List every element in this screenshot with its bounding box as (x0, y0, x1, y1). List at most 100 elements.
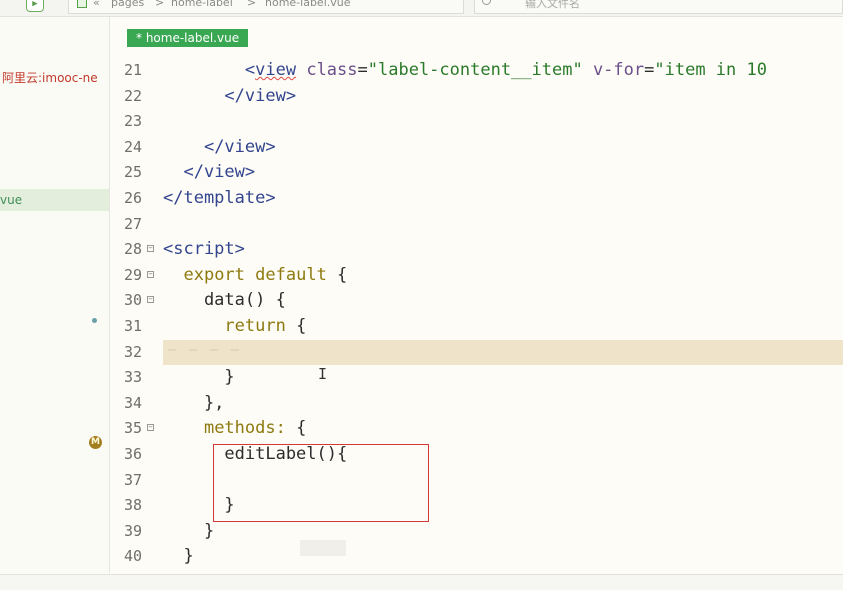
line-number: 30 (123, 291, 142, 310)
code-text[interactable]: </view> (163, 160, 255, 185)
code-token: export (183, 264, 245, 285)
code-text[interactable]: }, (163, 391, 224, 416)
code-token: <view (244, 60, 297, 80)
code-token: { (285, 418, 307, 439)
code-token: default (255, 264, 327, 285)
code-text[interactable]: </view> (163, 135, 276, 160)
project-sidebar: 阿里云:imooc-ne vue (0, 17, 110, 573)
code-text[interactable]: <view class="label-content__item" v-for=… (163, 58, 767, 83)
code-line[interactable]: 30− data() { (110, 288, 843, 314)
current-line-highlight (163, 339, 843, 365)
top-toolbar: ▶ « pages > home-label > home-label.vue … (0, 0, 843, 17)
code-line[interactable]: 28− <script> (110, 237, 843, 263)
code-text[interactable]: } (163, 544, 194, 569)
code-line[interactable]: 29− export default { (110, 263, 843, 289)
code-text[interactable]: </template> (163, 186, 276, 211)
code-token: data() { (163, 290, 286, 311)
whitespace-hint: — — — — (168, 341, 242, 358)
fold-toggle-icon[interactable]: − (147, 296, 154, 304)
line-number: 23 (123, 112, 142, 131)
fold-toggle-icon[interactable]: − (147, 270, 154, 278)
line-number: 29 (123, 265, 142, 284)
code-token: </view> (224, 85, 297, 106)
line-number: 31 (123, 317, 142, 335)
code-line[interactable]: 27 (110, 212, 843, 238)
code-line[interactable]: 26 </template> (110, 186, 843, 212)
sidebar-item-active-file[interactable]: vue (0, 189, 109, 211)
code-line[interactable]: I 33 } (110, 365, 843, 391)
code-text[interactable]: </view> (163, 84, 296, 109)
modified-marker-icon: M (89, 436, 102, 449)
code-token: </template> (163, 188, 276, 208)
watermark-blur (300, 540, 346, 556)
line-number: 28 (123, 240, 142, 259)
status-bar (0, 574, 843, 590)
line-number: 38 (123, 496, 142, 515)
code-line[interactable]: 31 return { (110, 314, 843, 340)
breadcrumb-item-pages[interactable]: pages (111, 0, 144, 9)
play-icon: ▶ (32, 0, 38, 9)
code-text[interactable]: return { (163, 314, 306, 339)
code-text[interactable]: data() { (163, 288, 286, 313)
change-dot-icon (92, 318, 97, 323)
code-token: class (296, 60, 358, 80)
line-number: 26 (123, 189, 142, 207)
code-token: methods: (203, 418, 286, 439)
line-number: 25 (123, 163, 142, 182)
code-line[interactable]: 34 }, (110, 391, 843, 417)
code-line[interactable]: 22 </view> (110, 84, 843, 110)
line-number: 21 (123, 61, 142, 79)
line-number: 27 (123, 214, 142, 233)
code-line[interactable]: 40 } (110, 544, 843, 570)
line-number: 39 (123, 521, 142, 540)
fold-toggle-icon[interactable]: − (147, 424, 154, 432)
breadcrumb-back[interactable]: « (93, 0, 100, 9)
code-line[interactable]: 21 <view class="label-content__item" v-f… (110, 58, 843, 84)
fold-toggle-icon[interactable]: − (147, 245, 154, 253)
code-token: }, (163, 392, 225, 413)
code-token: return (224, 316, 286, 336)
file-search-box[interactable]: 输入文件名 (474, 0, 843, 14)
code-text[interactable]: } (163, 519, 214, 544)
code-line[interactable]: 25 </view> (110, 160, 843, 186)
code-text[interactable]: methods: { (163, 416, 306, 441)
line-number: 33 (123, 368, 142, 387)
text-cursor-icon: I (318, 365, 328, 384)
line-number: 37 (123, 470, 142, 489)
line-number: 36 (123, 445, 142, 463)
line-number: 32 (123, 342, 142, 361)
code-token: v-for (582, 60, 645, 80)
line-number: 24 (123, 137, 142, 156)
code-token: </view> (203, 136, 276, 157)
line-number: 40 (123, 547, 142, 566)
breadcrumb-item-folder[interactable]: home-label (171, 0, 233, 9)
sidebar-project-label[interactable]: 阿里云:imooc-ne (2, 69, 98, 86)
breadcrumb-item-file[interactable]: home-label.vue (265, 0, 351, 9)
code-line[interactable]: 24 </view> (110, 135, 843, 161)
code-text[interactable]: } (163, 365, 234, 390)
code-line[interactable]: — — — — 32 (110, 339, 843, 366)
code-token: <script> (163, 239, 245, 260)
code-line[interactable]: 35− methods: { (110, 416, 843, 442)
code-line[interactable]: 39 } (110, 519, 843, 545)
code-token: } (163, 546, 194, 567)
code-token: </view> (183, 162, 256, 183)
code-text[interactable]: <script> (163, 237, 245, 262)
highlight-annotation-box (213, 444, 429, 522)
code-token: } (163, 520, 215, 541)
code-line[interactable]: 23 (110, 109, 843, 135)
editor-tab-home-label[interactable]: * home-label.vue (127, 29, 249, 47)
code-text[interactable]: export default { (163, 263, 347, 288)
line-number: 35 (123, 419, 142, 438)
code-token: { (285, 316, 307, 336)
run-button[interactable]: ▶ (26, 0, 44, 12)
search-input[interactable]: 输入文件名 (525, 0, 580, 11)
breadcrumb[interactable]: « pages > home-label > home-label.vue (68, 0, 464, 14)
code-token: { (326, 264, 348, 285)
